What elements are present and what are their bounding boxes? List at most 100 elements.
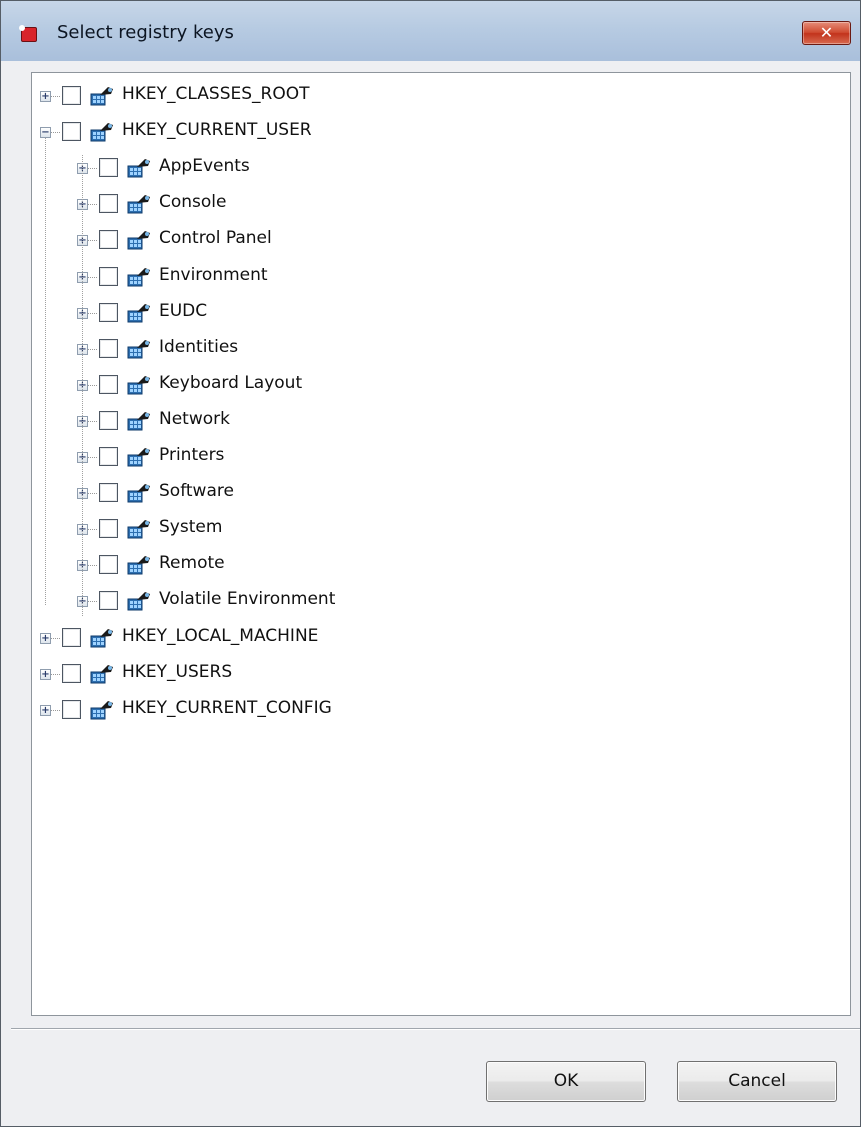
node-checkbox[interactable] <box>99 194 118 214</box>
close-icon: ✕ <box>819 23 834 42</box>
node-label[interactable]: Printers <box>159 445 224 465</box>
expand-icon[interactable]: + <box>40 91 51 102</box>
node-checkbox[interactable] <box>62 86 81 105</box>
node-label[interactable]: Remote <box>159 553 225 573</box>
expand-icon[interactable]: + <box>40 632 51 644</box>
registry-key-icon <box>127 266 151 288</box>
tree-connector <box>88 384 97 386</box>
tree-node[interactable]: + Remote <box>32 549 842 585</box>
node-label[interactable]: Identities <box>159 337 238 357</box>
tree-connector <box>88 420 97 422</box>
registry-key-icon <box>90 699 114 721</box>
tree-node[interactable]: + Keyboard Layout <box>32 369 842 405</box>
tree-node[interactable]: + Software <box>32 477 842 513</box>
node-label[interactable]: HKEY_USERS <box>122 662 232 682</box>
registry-key-icon <box>90 627 114 649</box>
tree-connector <box>88 204 97 206</box>
tree-connector <box>51 132 60 134</box>
node-checkbox[interactable] <box>99 230 118 250</box>
node-checkbox[interactable] <box>99 483 118 503</box>
tree-guide-line <box>82 155 83 617</box>
registry-key-icon <box>127 590 151 612</box>
node-checkbox[interactable] <box>99 519 118 539</box>
tree-connector <box>88 457 97 458</box>
tree-node[interactable]: + HKEY_CLASSES_ROOT <box>32 80 842 116</box>
tree-connector <box>88 312 97 314</box>
node-checkbox[interactable] <box>99 338 118 358</box>
node-checkbox[interactable] <box>62 122 81 142</box>
expand-icon[interactable]: + <box>40 704 51 716</box>
tree-node[interactable]: − HKEY_CURRENT_USER <box>32 116 842 152</box>
node-checkbox[interactable] <box>62 699 81 719</box>
tree-connector <box>88 529 97 531</box>
tree-node[interactable]: + AppEvents <box>32 152 842 188</box>
node-label[interactable]: Network <box>159 409 230 429</box>
tree-node[interactable]: + Printers <box>32 441 842 477</box>
registry-key-icon <box>90 663 114 685</box>
registry-key-icon <box>127 157 151 179</box>
node-label[interactable]: HKEY_CURRENT_USER <box>122 120 312 140</box>
tree-connector <box>88 565 97 567</box>
registry-key-icon <box>127 446 151 468</box>
tree-node[interactable]: + HKEY_CURRENT_CONFIG <box>32 694 842 730</box>
node-checkbox[interactable] <box>62 627 81 647</box>
collapse-icon[interactable]: − <box>40 127 51 139</box>
node-label[interactable]: Environment <box>159 265 268 285</box>
tree-connector <box>88 348 97 350</box>
tree-node[interactable]: + System <box>32 513 842 549</box>
registry-key-icon <box>127 229 151 251</box>
registry-key-icon <box>127 302 151 324</box>
node-checkbox[interactable] <box>99 591 118 611</box>
tree-connector <box>88 276 97 278</box>
tree-node[interactable]: + Identities <box>32 333 842 369</box>
tree-node[interactable]: + Network <box>32 405 842 441</box>
tree-connector <box>88 601 97 603</box>
registry-app-icon <box>19 25 37 42</box>
node-checkbox[interactable] <box>99 410 118 430</box>
node-checkbox[interactable] <box>99 555 118 575</box>
tree-connector <box>88 240 97 242</box>
registry-key-icon <box>127 338 151 360</box>
node-checkbox[interactable] <box>99 447 118 466</box>
registry-tree[interactable]: + HKEY_CLASSES_ROOT − HKEY_CURRENT_USER + App… <box>31 72 851 1016</box>
tree-connector <box>51 709 60 711</box>
tree-node[interactable]: + Volatile Environment <box>32 585 842 621</box>
node-label[interactable]: Software <box>159 481 234 501</box>
node-checkbox[interactable] <box>99 266 118 286</box>
tree-connector <box>51 96 60 97</box>
tree-guide-line <box>45 138 46 606</box>
tree-connector <box>51 673 60 675</box>
node-label[interactable]: Console <box>159 192 227 212</box>
node-label[interactable]: HKEY_LOCAL_MACHINE <box>122 626 318 646</box>
tree-node[interactable]: + EUDC <box>32 297 842 333</box>
node-checkbox[interactable] <box>99 302 118 322</box>
window-title: Select registry keys <box>57 22 234 43</box>
title-bar[interactable]: Select registry keys ✕ <box>1 1 860 61</box>
ok-button[interactable]: OK <box>486 1061 646 1102</box>
close-button[interactable]: ✕ <box>802 21 851 45</box>
registry-key-icon <box>127 410 151 432</box>
node-checkbox[interactable] <box>62 663 81 683</box>
node-label[interactable]: Keyboard Layout <box>159 373 302 393</box>
tree-node[interactable]: + Control Panel <box>32 224 842 260</box>
tree-connector <box>88 493 97 495</box>
node-label[interactable]: Control Panel <box>159 228 272 248</box>
registry-key-icon <box>127 518 151 540</box>
node-label[interactable]: System <box>159 517 222 537</box>
node-label[interactable]: Volatile Environment <box>159 589 335 609</box>
node-checkbox[interactable] <box>99 158 118 178</box>
node-label[interactable]: EUDC <box>159 301 207 321</box>
tree-node[interactable]: + Environment <box>32 261 842 297</box>
tree-connector <box>51 637 60 639</box>
registry-key-icon <box>90 121 114 143</box>
node-label[interactable]: AppEvents <box>159 156 250 176</box>
cancel-button[interactable]: Cancel <box>677 1061 837 1102</box>
node-checkbox[interactable] <box>99 374 118 394</box>
registry-key-icon <box>90 85 114 107</box>
tree-node[interactable]: + Console <box>32 188 842 224</box>
expand-icon[interactable]: + <box>40 668 51 680</box>
node-label[interactable]: HKEY_CLASSES_ROOT <box>122 84 310 104</box>
node-label[interactable]: HKEY_CURRENT_CONFIG <box>122 698 332 718</box>
tree-node[interactable]: + HKEY_USERS <box>32 658 842 694</box>
tree-node[interactable]: + HKEY_LOCAL_MACHINE <box>32 622 842 658</box>
